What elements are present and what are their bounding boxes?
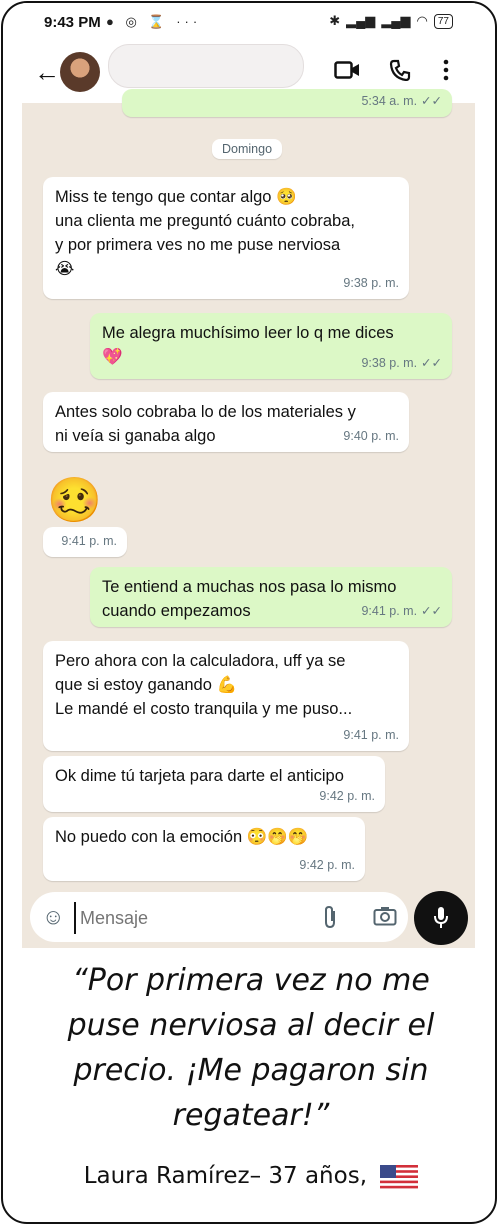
phone-call-icon[interactable]	[389, 59, 411, 81]
message-time: 9:41 p. m.	[61, 534, 117, 548]
message-time: 9:38 p. m.	[343, 276, 399, 290]
message-line: una clienta me preguntó cuánto cobraba,	[55, 212, 355, 230]
message-input[interactable]	[74, 902, 322, 934]
message-line: Le mandé el costo tranquila y me puso...	[55, 700, 353, 718]
avatar[interactable]	[60, 52, 100, 92]
wifi-icon: ◠	[416, 13, 428, 28]
message-time: 5:34 a. m.	[361, 94, 418, 108]
message-bubble-outgoing[interactable]: Te entiend a muchas nos pasa lo mismo cu…	[90, 567, 452, 627]
whatsapp-screenshot: 9:43 PM ● ◎ ⌛ ··· ✱ ▂▄▆ ▂▄▆ ◠ 77 ← 5:34 …	[22, 3, 475, 948]
sticker-icon[interactable]: ☺	[42, 904, 64, 930]
double-check-icon: ✓✓	[421, 604, 442, 618]
message-line: No puedo con la emoción 😳🤭🤭	[55, 828, 309, 846]
message-line: Pero ahora con la calculadora, uff ya se	[55, 652, 346, 670]
camera-icon[interactable]	[373, 906, 397, 926]
message-input-bar: ☺	[30, 892, 408, 942]
message-bubble-partial[interactable]: 5:34 a. m. ✓✓	[122, 89, 452, 117]
back-arrow-icon[interactable]: ←	[34, 57, 60, 88]
video-call-icon[interactable]	[334, 59, 360, 81]
attach-icon[interactable]	[323, 905, 339, 929]
message-bubble-outgoing[interactable]: Me alegra muchísimo leer lo q me dices 💖…	[90, 313, 452, 379]
microphone-button[interactable]	[414, 891, 468, 945]
status-time: 9:43 PM	[44, 14, 101, 31]
testimonial-card: 9:43 PM ● ◎ ⌛ ··· ✱ ▂▄▆ ▂▄▆ ◠ 77 ← 5:34 …	[1, 1, 497, 1224]
us-flag-icon	[380, 1164, 419, 1189]
double-check-icon: ✓✓	[421, 356, 442, 370]
message-time: 9:41 p. m.	[343, 728, 399, 742]
chat-area: 5:34 a. m. ✓✓ Domingo Miss te tengo que c…	[22, 89, 475, 883]
signal-icon: ▂▄▆	[346, 13, 376, 28]
message-bubble-incoming[interactable]: Ok dime tú tarjeta para darte el anticip…	[43, 756, 385, 812]
contact-name[interactable]	[108, 44, 304, 88]
battery-icon: 77	[433, 13, 453, 29]
bluetooth-icon: ✱	[329, 13, 341, 28]
testimonial-quote: “Por primera vez no me puse nerviosa al …	[67, 963, 435, 1133]
message-bubble-incoming[interactable]: Miss te tengo que contar algo 🥺 una clie…	[43, 177, 409, 299]
microphone-icon	[434, 907, 448, 928]
status-bar: 9:43 PM ● ◎ ⌛ ··· ✱ ▂▄▆ ▂▄▆ ◠ 77	[22, 3, 475, 43]
message-time: 9:41 p. m.	[361, 604, 418, 618]
date-chip: Domingo	[212, 139, 283, 159]
message-time: 9:40 p. m.	[343, 429, 399, 443]
message-line: Te entiend a muchas nos pasa lo mismo	[102, 578, 397, 596]
message-time: 9:42 p. m.	[319, 789, 375, 803]
signal-icon-2: ▂▄▆	[381, 13, 411, 28]
double-check-icon: ✓✓	[421, 94, 442, 108]
message-line: que si estoy ganando 💪	[55, 676, 237, 694]
message-line: Miss te tengo que contar algo 🥺	[55, 188, 297, 206]
message-bubble-incoming[interactable]: Antes solo cobraba lo de los materiales …	[43, 392, 409, 452]
message-time: 9:38 p. m.	[361, 356, 418, 370]
message-bubble-incoming[interactable]: Pero ahora con la calculadora, uff ya se…	[43, 641, 409, 751]
menu-dots-icon[interactable]	[442, 59, 450, 81]
testimonial-author-row: Laura Ramírez– 37 años,	[3, 1163, 495, 1189]
emoji-large: 🥴	[47, 475, 102, 526]
message-time: 9:42 p. m.	[299, 858, 355, 872]
message-time-bubble: 9:41 p. m.	[43, 527, 127, 557]
message-bubble-incoming[interactable]: No puedo con la emoción 😳🤭🤭 9:42 p. m.	[43, 817, 365, 881]
message-line: Me alegra muchísimo leer lo q me dices	[102, 324, 394, 342]
message-line: Antes solo cobraba lo de los materiales …	[55, 403, 356, 421]
message-line: y por primera ves no me puse nerviosa	[55, 236, 341, 254]
status-right-icons: ✱ ▂▄▆ ▂▄▆ ◠ 77	[329, 13, 453, 29]
notification-icons: ● ◎ ⌛ ···	[106, 14, 202, 29]
testimonial-author: Laura Ramírez– 37 años,	[83, 1163, 367, 1189]
